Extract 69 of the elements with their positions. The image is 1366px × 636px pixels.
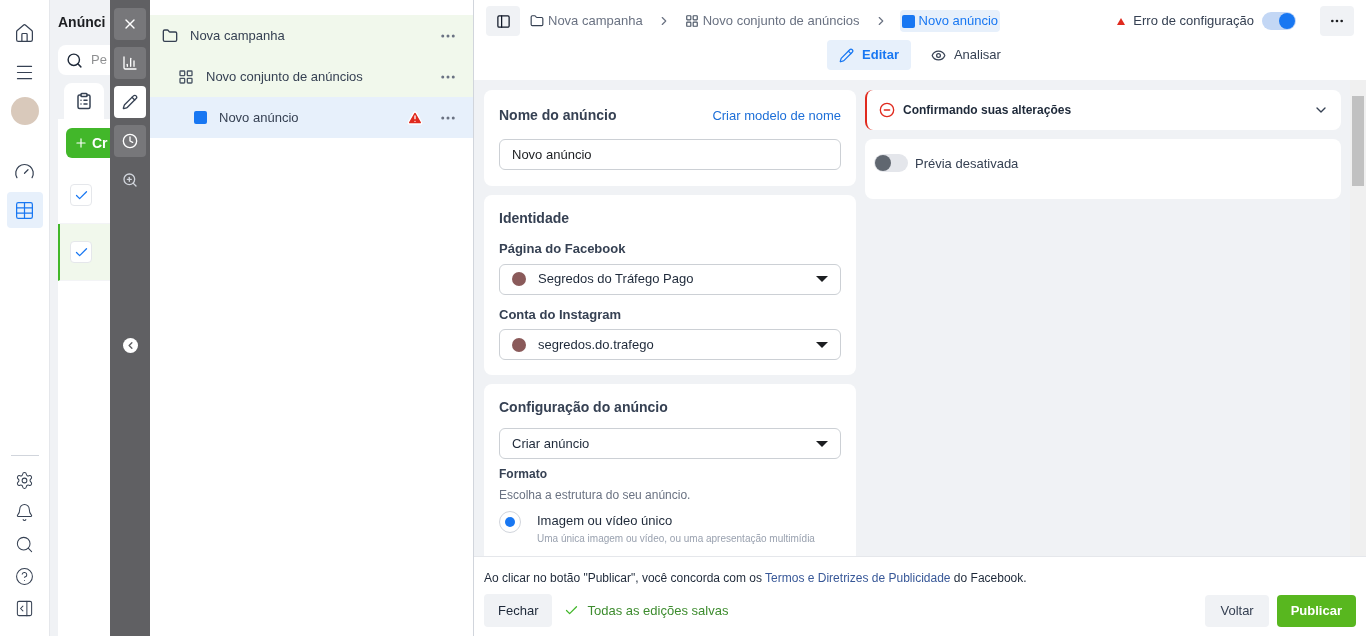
section-label: Formato — [499, 466, 548, 483]
caret-icon — [816, 276, 828, 282]
alert-card[interactable]: Confirmando suas alterações — [865, 90, 1341, 130]
setup-dropdown[interactable]: Criar anúncio — [499, 428, 841, 459]
warning-icon — [1117, 17, 1126, 25]
back-button[interactable]: Voltar — [1205, 594, 1269, 627]
account-avatar-icon — [512, 272, 526, 286]
edit-button[interactable] — [114, 86, 146, 118]
account-dropdown[interactable]: segredos.do.trafego — [499, 329, 841, 360]
terms-text: Ao clicar no botão "Publicar", você concorda com os Termos e Diretrizes de Publicidade do Facebook. — [484, 570, 1028, 587]
field-label: Página do Facebook — [499, 240, 627, 258]
account-dropdown[interactable]: Segredos do Tráfego Pago — [499, 263, 841, 295]
zoom-icon — [122, 172, 138, 188]
table-icon[interactable] — [6, 192, 43, 228]
close-button[interactable]: Fechar — [484, 594, 553, 627]
name-template-link[interactable]: Criar modelo de nome — [712, 105, 841, 126]
option-label: Imagem ou vídeo único — [537, 512, 674, 530]
alert-title: Confirmando suas alterações — [903, 102, 1073, 119]
pencil-icon — [122, 94, 138, 110]
ad-icon — [901, 14, 915, 28]
search-icon — [66, 51, 83, 69]
caret-icon — [816, 440, 828, 447]
card-title: Configuração do anúncio — [499, 398, 669, 417]
tab[interactable]: Analisar — [918, 40, 1013, 70]
field-label: Conta do Instagram — [499, 305, 623, 324]
checkbox[interactable] — [70, 184, 92, 206]
page-title: Anúnci — [58, 13, 106, 32]
plus-icon — [74, 136, 88, 150]
account-avatar-icon — [512, 337, 526, 352]
folder-icon — [530, 14, 544, 28]
terms-link[interactable]: Termos e Diretrizes de Publicidade — [765, 571, 951, 585]
error-label: Erro de configuração — [1133, 12, 1254, 31]
warning-icon — [407, 109, 423, 126]
eye-icon — [930, 47, 946, 63]
scrollbar[interactable] — [1350, 80, 1366, 556]
folder-icon — [162, 27, 178, 44]
sidebar-toggle-button[interactable] — [486, 6, 520, 36]
card-title: Nome do anúncio — [499, 106, 617, 125]
pencil-icon — [839, 47, 855, 63]
close-button[interactable] — [114, 8, 146, 40]
grid-icon — [684, 14, 699, 28]
history-button[interactable] — [114, 125, 146, 157]
card-title: Identidade — [499, 209, 570, 228]
panel-icon — [495, 13, 511, 29]
tree-item[interactable]: Nova campanha — [150, 15, 473, 56]
preview-label: Prévia desativada — [915, 155, 1019, 173]
toggle-switch[interactable] — [1262, 12, 1296, 30]
preview-toggle[interactable] — [874, 154, 908, 172]
tab[interactable]: Editar — [827, 40, 911, 70]
ad-name-field[interactable]: Novo anúncio — [499, 139, 841, 170]
clipboard-icon[interactable] — [75, 92, 93, 110]
chart-icon — [122, 55, 138, 71]
ad-icon — [194, 111, 207, 124]
tree-item[interactable]: Novo conjunto de anúncios — [150, 56, 473, 97]
clock-icon — [122, 133, 138, 149]
collapse-icon[interactable] — [122, 338, 138, 353]
breadcrumb[interactable]: Novo anúncio — [899, 10, 1000, 32]
checkbox[interactable] — [70, 241, 92, 263]
tree-item[interactable]: Novo anúncio — [150, 97, 473, 138]
caret-icon — [816, 341, 828, 348]
error-icon — [879, 102, 895, 118]
chart-button[interactable] — [114, 47, 146, 79]
section-hint: Escolha a estrutura do seu anúncio. — [499, 487, 692, 504]
option-description: Uma única imagem ou vídeo, ou uma apresentação multimídia — [537, 531, 815, 546]
save-status: Todas as edições salvas — [587, 601, 729, 620]
table-row[interactable] — [58, 224, 110, 281]
grid-icon — [178, 68, 194, 85]
breadcrumb[interactable]: Nova campanha — [528, 10, 645, 32]
breadcrumb[interactable]: Novo conjunto de anúncios — [682, 10, 862, 32]
